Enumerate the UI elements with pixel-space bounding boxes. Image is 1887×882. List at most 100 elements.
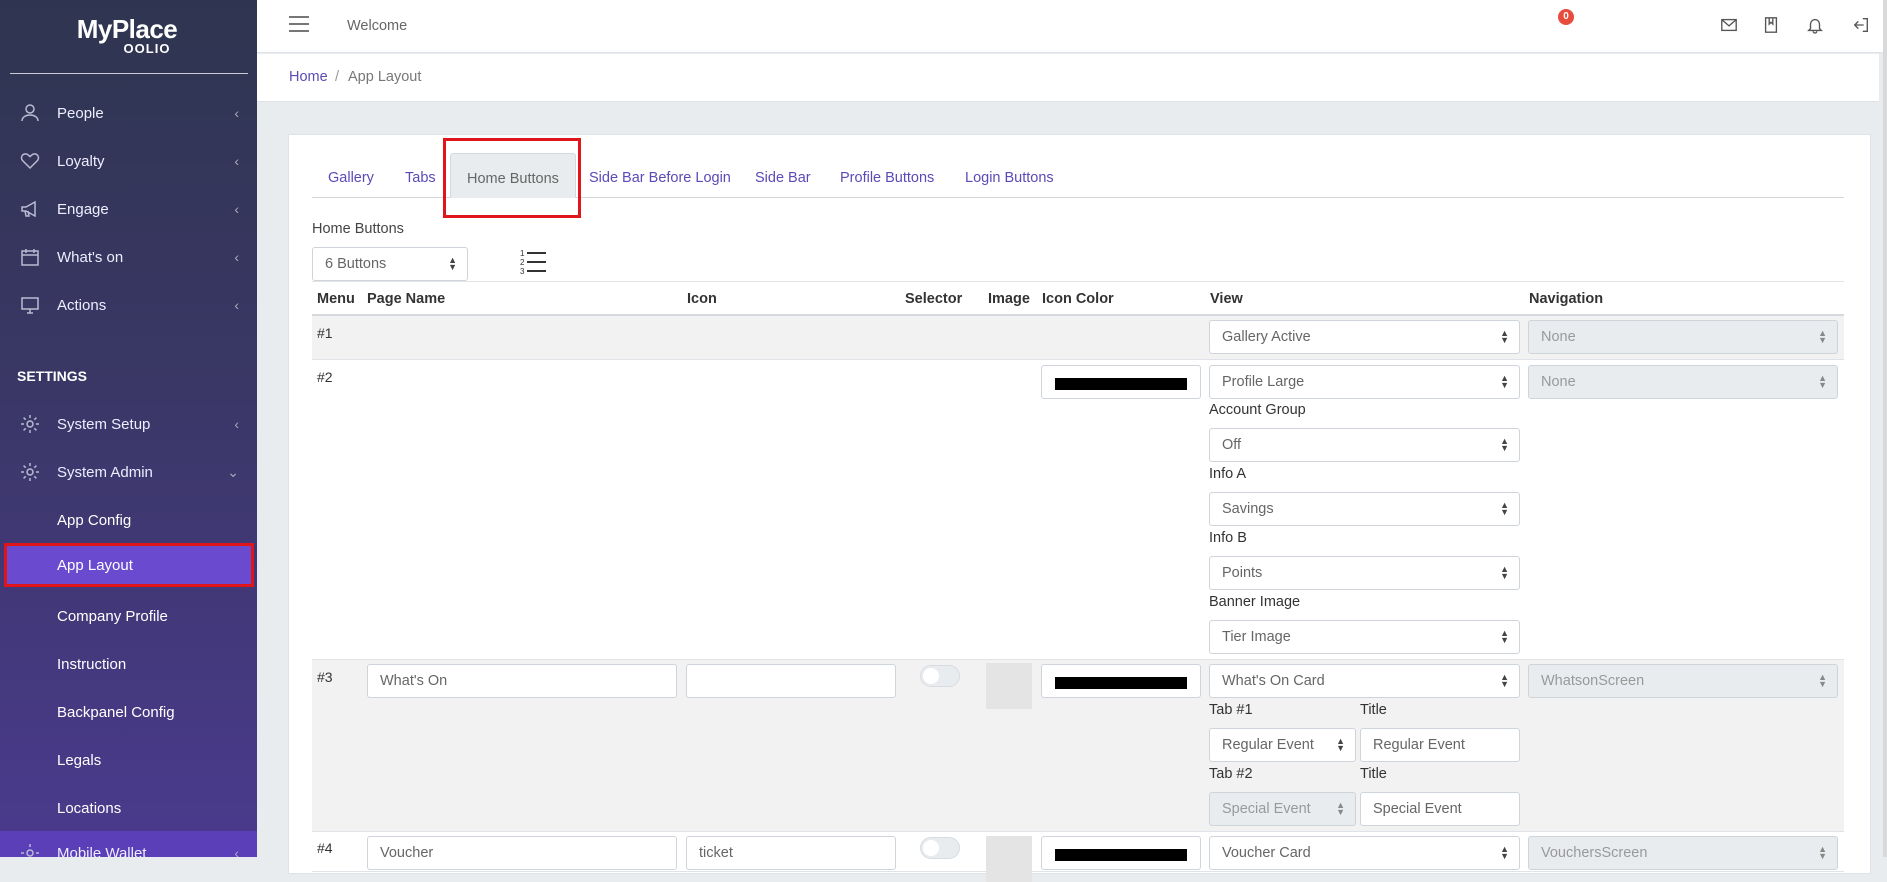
breadcrumb-separator: / xyxy=(335,69,340,85)
select-arrows-icon: ▲ ▼ xyxy=(1500,436,1509,453)
view-select[interactable]: Gallery Active ▲ ▼ xyxy=(1209,320,1520,354)
color-swatch xyxy=(1055,849,1187,861)
sidebar-item-people[interactable]: People ‹ xyxy=(0,91,257,135)
select-arrows-icon: ▲ ▼ xyxy=(448,255,457,272)
select-arrows-icon: ▲ ▼ xyxy=(1818,672,1827,689)
account-group-select[interactable]: Off ▲ ▼ xyxy=(1209,428,1520,462)
book-icon[interactable] xyxy=(1762,16,1782,36)
view-select[interactable]: Voucher Card ▲ ▼ xyxy=(1209,836,1520,870)
navigation-select-value: None xyxy=(1541,329,1576,345)
numbered-list-icon[interactable]: 1 2 3 xyxy=(520,248,548,276)
selector-toggle[interactable] xyxy=(920,665,960,687)
color-swatch xyxy=(1055,677,1187,689)
banner-image-label: Banner Image xyxy=(1209,594,1301,610)
icon-color-picker[interactable] xyxy=(1041,664,1201,698)
sidebar-subitem-instruction[interactable]: Instruction xyxy=(0,642,257,686)
info-b-value: Points xyxy=(1222,565,1263,581)
tab-login-buttons[interactable]: Login Buttons xyxy=(965,170,1054,186)
table-row: #2 xyxy=(312,360,1844,660)
tab1-value: Regular Event xyxy=(1222,737,1314,753)
row-number: #4 xyxy=(317,840,333,856)
banner-image-select[interactable]: Tier Image ▲ ▼ xyxy=(1209,620,1520,654)
tab1-label: Tab #1 xyxy=(1209,702,1253,718)
tab2-label: Tab #2 xyxy=(1209,766,1253,782)
col-icon: Icon xyxy=(687,291,717,307)
view-select-value: Voucher Card xyxy=(1222,845,1311,861)
select-arrows-icon: ▲ ▼ xyxy=(1818,328,1827,345)
sidebar-item-actions[interactable]: Actions ‹ xyxy=(0,283,257,327)
top-bar: Welcome xyxy=(257,0,1887,53)
title2-input[interactable]: Special Event xyxy=(1360,792,1520,826)
sidebar-item-label: Mobile Wallet xyxy=(57,844,147,858)
sidebar-item-mobile-wallet[interactable]: Mobile Wallet ‹ xyxy=(0,831,257,857)
icon-input[interactable]: ticket xyxy=(686,836,896,870)
brand-logo[interactable]: MyPlace OOLIO xyxy=(72,14,182,56)
tab-profile-buttons[interactable]: Profile Buttons xyxy=(840,170,934,186)
tab-gallery[interactable]: Gallery xyxy=(328,170,374,186)
breadcrumb: Home / App Layout xyxy=(257,54,1879,102)
chevron-down-icon: ⌄ xyxy=(227,463,239,480)
logout-icon[interactable] xyxy=(1852,16,1872,36)
mail-icon[interactable] xyxy=(1720,16,1740,36)
banner-image-value: Tier Image xyxy=(1222,629,1291,645)
person-icon xyxy=(19,102,41,124)
tab-tabs[interactable]: Tabs xyxy=(405,170,436,186)
icon-input[interactable] xyxy=(686,664,896,698)
col-view: View xyxy=(1210,291,1243,307)
page-name-input[interactable]: What's On xyxy=(367,664,677,698)
scrollbar[interactable] xyxy=(1883,0,1887,857)
selector-toggle[interactable] xyxy=(920,837,960,859)
sidebar-item-system-admin[interactable]: System Admin ⌄ xyxy=(0,450,257,494)
tab-side-bar-before-login[interactable]: Side Bar Before Login xyxy=(589,170,731,186)
sidebar-item-label: People xyxy=(57,104,104,122)
view-select[interactable]: Profile Large ▲ ▼ xyxy=(1209,365,1520,399)
sidebar-subitem-company-profile[interactable]: Company Profile xyxy=(0,594,257,638)
sidebar-subitem-legals[interactable]: Legals xyxy=(0,738,257,782)
navigation-select: None ▲ ▼ xyxy=(1528,365,1838,399)
navigation-select: WhatsonScreen ▲ ▼ xyxy=(1528,664,1838,698)
sidebar-subitem-app-config[interactable]: App Config xyxy=(0,498,257,542)
sidebar-item-whats-on[interactable]: What's on ‹ xyxy=(0,235,257,279)
select-arrows-icon: ▲ ▼ xyxy=(1336,736,1345,753)
sidebar-subitem-app-layout[interactable]: App Layout xyxy=(4,543,254,587)
col-navigation: Navigation xyxy=(1529,291,1604,307)
calendar-icon xyxy=(19,246,41,268)
chevron-left-icon: ‹ xyxy=(234,153,239,169)
toggle-knob xyxy=(923,668,939,684)
navigation-select: None ▲ ▼ xyxy=(1528,320,1838,354)
view-select-value: Profile Large xyxy=(1222,374,1305,390)
view-select[interactable]: What's On Card ▲ ▼ xyxy=(1209,664,1520,698)
info-b-select[interactable]: Points ▲ ▼ xyxy=(1209,556,1520,590)
tab2-value: Special Event xyxy=(1222,801,1311,817)
sidebar-subitem-backpanel-config[interactable]: Backpanel Config xyxy=(0,690,257,734)
title2-label: Title xyxy=(1360,766,1387,782)
col-menu: Menu xyxy=(317,291,355,307)
sidebar-item-label: Loyalty xyxy=(57,152,105,170)
sidebar-item-loyalty[interactable]: Loyalty ‹ xyxy=(0,139,257,183)
welcome-text: Welcome xyxy=(347,18,408,34)
sidebar: MyPlace OOLIO People ‹ Loyalty ‹ Engage … xyxy=(0,0,257,857)
col-selector: Selector xyxy=(905,291,963,307)
gear-icon xyxy=(19,461,41,483)
sidebar-subitem-locations[interactable]: Locations xyxy=(0,786,257,830)
svg-text:1: 1 xyxy=(520,249,525,258)
button-count-select[interactable]: 6 Buttons ▲ ▼ xyxy=(312,247,468,281)
tab1-select[interactable]: Regular Event ▲ ▼ xyxy=(1209,728,1356,762)
page-name-input[interactable]: Voucher xyxy=(367,836,677,870)
title1-input[interactable]: Regular Event xyxy=(1360,728,1520,762)
bell-icon[interactable] xyxy=(1806,16,1826,36)
sidebar-item-engage[interactable]: Engage ‹ xyxy=(0,187,257,231)
tab-side-bar[interactable]: Side Bar xyxy=(755,170,811,186)
breadcrumb-home[interactable]: Home xyxy=(289,69,328,85)
select-arrows-icon: ▲ ▼ xyxy=(1500,844,1509,861)
sidebar-item-system-setup[interactable]: System Setup ‹ xyxy=(0,402,257,446)
image-thumbnail[interactable] xyxy=(986,836,1032,882)
svg-text:2: 2 xyxy=(520,258,525,267)
hamburger-menu-icon[interactable] xyxy=(289,16,309,32)
info-a-select[interactable]: Savings ▲ ▼ xyxy=(1209,492,1520,526)
tab-highlight-box xyxy=(443,138,581,218)
image-thumbnail[interactable] xyxy=(986,663,1032,709)
icon-color-picker[interactable] xyxy=(1041,365,1201,399)
icon-color-picker[interactable] xyxy=(1041,836,1201,870)
account-group-label: Account Group xyxy=(1209,402,1306,418)
